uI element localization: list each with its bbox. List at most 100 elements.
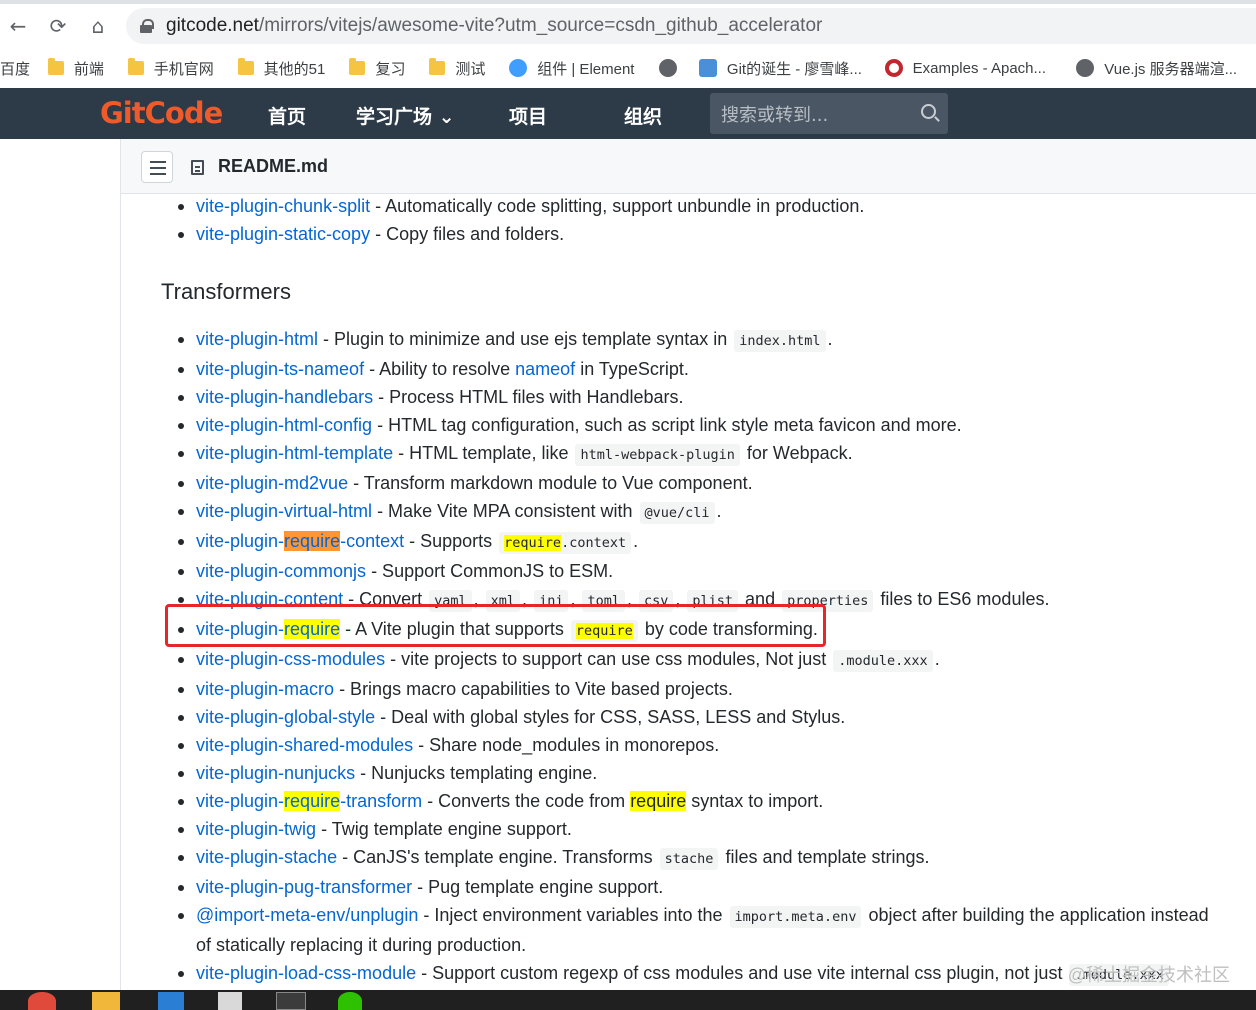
bookmark-globe[interactable] xyxy=(658,48,699,88)
link-part: -transform xyxy=(340,791,423,811)
plugin-tail: files to ES6 modules. xyxy=(875,589,1050,609)
terminal-icon[interactable] xyxy=(276,992,306,1010)
plugin-link[interactable]: vite-plugin-load-css-module xyxy=(196,963,416,983)
annotation-highlight-box xyxy=(165,604,826,647)
bookmark-other51[interactable]: 其他的51 xyxy=(237,48,350,88)
back-icon[interactable]: ← xyxy=(4,12,32,40)
section-heading: Transformers xyxy=(161,279,291,304)
plugin-link[interactable]: vite-plugin-chunk-split xyxy=(196,196,370,216)
bookmark-vue-ssr[interactable]: Vue.js 服务器端渲... xyxy=(1076,48,1256,88)
plugin-link[interactable]: vite-plugin-twig xyxy=(196,819,316,839)
plugin-link[interactable]: vite-plugin-require-context xyxy=(196,531,404,551)
plugin-link[interactable]: vite-plugin-html xyxy=(196,329,318,349)
plugin-tail: object after building the application in… xyxy=(863,905,1209,925)
file-explorer-icon[interactable] xyxy=(92,992,120,1010)
wechat-icon[interactable] xyxy=(338,992,362,1010)
list-item: vite-plugin-html - Plugin to minimize an… xyxy=(178,325,833,355)
folder-icon xyxy=(237,58,254,75)
plugin-link[interactable]: vite-plugin-static-copy xyxy=(196,224,370,244)
file-header: README.md xyxy=(121,139,1256,194)
bookmark-phone-site[interactable]: 手机官网 xyxy=(127,48,238,88)
search-input[interactable]: 搜索或转到... xyxy=(710,93,948,134)
bookmark-label: 测试 xyxy=(455,60,486,78)
list-item: vite-plugin-handlebars - Process HTML fi… xyxy=(178,383,684,411)
search-placeholder: 搜索或转到... xyxy=(721,104,829,126)
reload-icon[interactable]: ⟳ xyxy=(44,12,72,40)
ring-icon xyxy=(884,59,903,77)
browser-toolbar: ← ⟳ ⌂ gitcode.net/mirrors/vitejs/awesome… xyxy=(0,4,1256,48)
os-taskbar xyxy=(0,990,1256,1010)
plugin-link[interactable]: @import-meta-env/unplugin xyxy=(196,905,418,925)
plugin-link[interactable]: vite-plugin-pug-transformer xyxy=(196,877,412,897)
plugin-desc: - Copy files and folders. xyxy=(370,224,565,244)
globe-icon xyxy=(658,59,677,77)
plugin-desc: - CanJS's template engine. Transforms xyxy=(337,847,658,867)
plugin-link[interactable]: vite-plugin-commonjs xyxy=(196,561,366,581)
bookmark-frontend[interactable]: 前端 xyxy=(47,48,128,88)
vscode-icon[interactable] xyxy=(158,992,184,1010)
bookmark-review[interactable]: 复习 xyxy=(349,48,429,88)
link-part: vite-plugin- xyxy=(196,531,285,551)
nameof-link[interactable]: nameof xyxy=(515,359,575,379)
bookmark-baidu[interactable]: 百度 xyxy=(0,48,48,88)
plugin-desc: - Pug template engine support. xyxy=(412,877,664,897)
plugin-desc: - vite projects to support can use css m… xyxy=(385,649,832,669)
plugin-link[interactable]: vite-plugin-stache xyxy=(196,847,337,867)
file-icon xyxy=(191,160,204,175)
nav-organizations[interactable]: 组织 xyxy=(624,102,662,129)
search-icon[interactable] xyxy=(921,104,936,119)
plugin-link[interactable]: vite-plugin-require-transform xyxy=(196,791,422,811)
bookmark-test[interactable]: 测试 xyxy=(429,48,509,88)
list-item: vite-plugin-nunjucks - Nunjucks templati… xyxy=(177,759,598,787)
plugin-link[interactable]: vite-plugin-css-modules xyxy=(196,649,385,669)
plugin-link[interactable]: vite-plugin-ts-nameof xyxy=(196,359,364,379)
chrome-icon[interactable] xyxy=(28,992,56,1010)
list-item: vite-plugin-global-style - Deal with glo… xyxy=(177,703,846,731)
search-highlight: require xyxy=(284,791,341,811)
notepad-icon[interactable] xyxy=(218,992,242,1010)
nav-learning-square[interactable]: 学习广场 ⌄ xyxy=(356,102,455,129)
table-of-contents-button[interactable] xyxy=(141,151,173,183)
list-item-continuation: of statically replacing it during produc… xyxy=(196,935,527,955)
plugin-link[interactable]: vite-plugin-handlebars xyxy=(196,387,373,407)
plugin-link[interactable]: vite-plugin-html-config xyxy=(196,415,372,435)
plugin-desc: - Nunjucks templating engine. xyxy=(355,763,598,783)
plugin-desc: - Automatically code splitting, support … xyxy=(370,196,865,216)
plugin-link[interactable]: vite-plugin-html-template xyxy=(196,443,393,463)
list-item: vite-plugin-require-context - Supports r… xyxy=(177,527,638,557)
address-bar[interactable]: gitcode.net/mirrors/vitejs/awesome-vite?… xyxy=(126,8,1256,44)
inline-code: import.meta.env xyxy=(729,906,862,928)
folder-icon xyxy=(127,58,144,75)
plugin-tail: in TypeScript. xyxy=(575,359,689,379)
nav-projects[interactable]: 项目 xyxy=(509,102,547,129)
plugin-link[interactable]: vite-plugin-shared-modules xyxy=(196,735,413,755)
bookmarks-bar: 百度 前端 手机官网 其他的51 复习 测试 组件 | Element Git的… xyxy=(0,48,1256,88)
inline-code: @vue/cli xyxy=(639,502,715,524)
watermark: @稀土掘金技术社区 xyxy=(1067,965,1230,985)
plugin-link[interactable]: vite-plugin-virtual-html xyxy=(196,501,372,521)
home-icon[interactable]: ⌂ xyxy=(84,12,112,40)
plugin-desc: - HTML template, like xyxy=(393,443,574,463)
bookmark-label: Git的诞生 - 廖雪峰... xyxy=(726,60,862,78)
url-text: gitcode.net/mirrors/vitejs/awesome-vite?… xyxy=(166,15,822,37)
plugin-desc: - Inject environment variables into the xyxy=(418,905,728,925)
bookmark-element[interactable]: 组件 | Element xyxy=(509,48,659,88)
plugin-link[interactable]: vite-plugin-md2vue xyxy=(196,473,348,493)
list-item: vite-plugin-chunk-split - Automatically … xyxy=(177,194,865,220)
plugin-desc: - Deal with global styles for CSS, SASS,… xyxy=(375,707,846,727)
plugin-link[interactable]: vite-plugin-nunjucks xyxy=(196,763,355,783)
gitcode-header: GitCode 首页 学习广场 ⌄ 项目 组织 搜索或转到... xyxy=(0,88,1256,139)
plugin-desc: - Plugin to minimize and use ejs templat… xyxy=(318,329,733,349)
readme-content: vite-plugin-chunk-split - Automatically … xyxy=(121,194,1256,990)
bookmark-git-liaoxuefeng[interactable]: Git的诞生 - 廖雪峰... xyxy=(698,48,885,88)
list-item: vite-plugin-virtual-html - Make Vite MPA… xyxy=(178,497,722,527)
list-item: vite-plugin-static-copy - Copy files and… xyxy=(177,220,565,248)
list-item: vite-plugin-ts-nameof - Ability to resol… xyxy=(178,355,689,383)
plugin-link[interactable]: vite-plugin-global-style xyxy=(196,707,375,727)
plugin-link[interactable]: vite-plugin-macro xyxy=(196,679,334,699)
gitcode-logo[interactable]: GitCode xyxy=(100,96,223,130)
inline-code: stache xyxy=(659,848,719,870)
nav-home[interactable]: 首页 xyxy=(268,102,306,129)
bookmark-apache-examples[interactable]: Examples - Apach... xyxy=(884,48,1077,88)
search-highlight: require xyxy=(630,791,687,811)
